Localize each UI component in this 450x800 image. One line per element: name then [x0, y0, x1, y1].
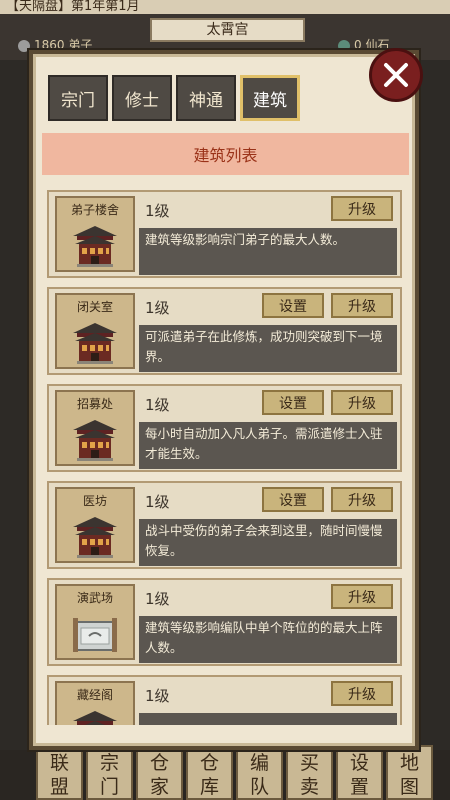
building-name: 藏经阁	[76, 688, 113, 702]
location-title: 太霄宫	[150, 18, 305, 42]
building-description: 建筑等级影响编队中单个阵位的的最大上阵人数。	[139, 616, 397, 663]
building-description	[139, 713, 397, 725]
building-description: 战斗中受伤的弟子会来到这里，随时间慢慢恢复。	[139, 519, 397, 566]
nav-settings[interactable]: 设置	[336, 745, 383, 800]
scene-left-edge	[0, 60, 30, 750]
building-level: 1级	[145, 396, 170, 414]
nav-map[interactable]: 地图	[386, 745, 433, 800]
tab-buildings[interactable]: 建筑	[240, 75, 300, 121]
tab-skills[interactable]: 神通	[176, 75, 236, 121]
scene-right-edge	[420, 60, 450, 750]
building-icon	[71, 317, 119, 365]
nav-alliance[interactable]: 联盟	[36, 745, 83, 800]
building-list-title: 建筑列表	[42, 133, 409, 175]
building-name: 弟子楼舍	[70, 203, 119, 217]
setup-button[interactable]: 设置	[262, 293, 324, 318]
building-icon	[71, 705, 119, 725]
building-level: 1级	[145, 299, 170, 317]
panel-tabs: 宗门 修士 神通 建筑	[48, 75, 300, 121]
close-button[interactable]	[369, 48, 423, 102]
building-icon	[71, 511, 119, 559]
upgrade-button[interactable]: 升级	[331, 584, 393, 609]
building-description: 可派遣弟子在此修炼，成功则突破到下一境界。	[139, 325, 397, 372]
building-card: 藏经阁 1级 升级	[47, 675, 402, 725]
upgrade-button[interactable]: 升级	[331, 196, 393, 221]
building-name: 医坊	[82, 494, 107, 508]
building-card: 招募处 1级 设置 升级 每小时自动加入凡人弟子。需派遣修士入驻才能生效。	[47, 384, 402, 472]
building-thumbnail: 闭关室	[55, 293, 135, 369]
building-thumbnail: 招募处	[55, 390, 135, 466]
building-level: 1级	[145, 590, 170, 608]
building-thumbnail: 弟子楼舍	[55, 196, 135, 272]
nav-sect[interactable]: 宗门	[86, 745, 133, 800]
tab-sect[interactable]: 宗门	[48, 75, 108, 121]
upgrade-button[interactable]: 升级	[331, 487, 393, 512]
building-card: 医坊 1级 设置 升级 战斗中受伤的弟子会来到这里，随时间慢慢恢复。	[47, 481, 402, 569]
building-list[interactable]: 弟子楼舍 1级 升级 建筑等级影响宗门弟子的最大人数。 闭关室 1级 设置 升级…	[42, 190, 407, 725]
building-name: 闭关室	[76, 300, 113, 314]
building-description: 每小时自动加入凡人弟子。需派遣修士入驻才能生效。	[139, 422, 397, 469]
building-icon	[71, 414, 119, 462]
nav-trade[interactable]: 买卖	[286, 745, 333, 800]
building-card: 弟子楼舍 1级 升级 建筑等级影响宗门弟子的最大人数。	[47, 190, 402, 278]
setup-button[interactable]: 设置	[262, 390, 324, 415]
building-icon	[71, 220, 119, 268]
upgrade-button[interactable]: 升级	[331, 293, 393, 318]
date-bar: 【天隔盘】第1年第1月	[0, 0, 450, 14]
building-thumbnail: 医坊	[55, 487, 135, 563]
upgrade-button[interactable]: 升级	[331, 681, 393, 706]
building-card: 演武场 1级 升级 建筑等级影响编队中单个阵位的的最大上阵人数。	[47, 578, 402, 666]
building-level: 1级	[145, 202, 170, 220]
tab-cultivators[interactable]: 修士	[112, 75, 172, 121]
setup-button[interactable]: 设置	[262, 487, 324, 512]
close-icon	[384, 63, 408, 87]
nav-storage[interactable]: 仓库	[186, 745, 233, 800]
building-level: 1级	[145, 687, 170, 705]
nav-family[interactable]: 仓家	[136, 745, 183, 800]
building-level: 1级	[145, 493, 170, 511]
building-thumbnail: 藏经阁	[55, 681, 135, 725]
building-icon	[71, 608, 119, 656]
building-thumbnail: 演武场	[55, 584, 135, 660]
upgrade-button[interactable]: 升级	[331, 390, 393, 415]
nav-team[interactable]: 编队	[236, 745, 283, 800]
bottom-nav: 联盟 宗门 仓家 仓库 编队 买卖 设置 地图	[36, 745, 436, 800]
building-name: 招募处	[76, 397, 113, 411]
building-card: 闭关室 1级 设置 升级 可派遣弟子在此修炼，成功则突破到下一境界。	[47, 287, 402, 375]
building-description: 建筑等级影响宗门弟子的最大人数。	[139, 228, 397, 275]
building-name: 演武场	[76, 591, 113, 605]
